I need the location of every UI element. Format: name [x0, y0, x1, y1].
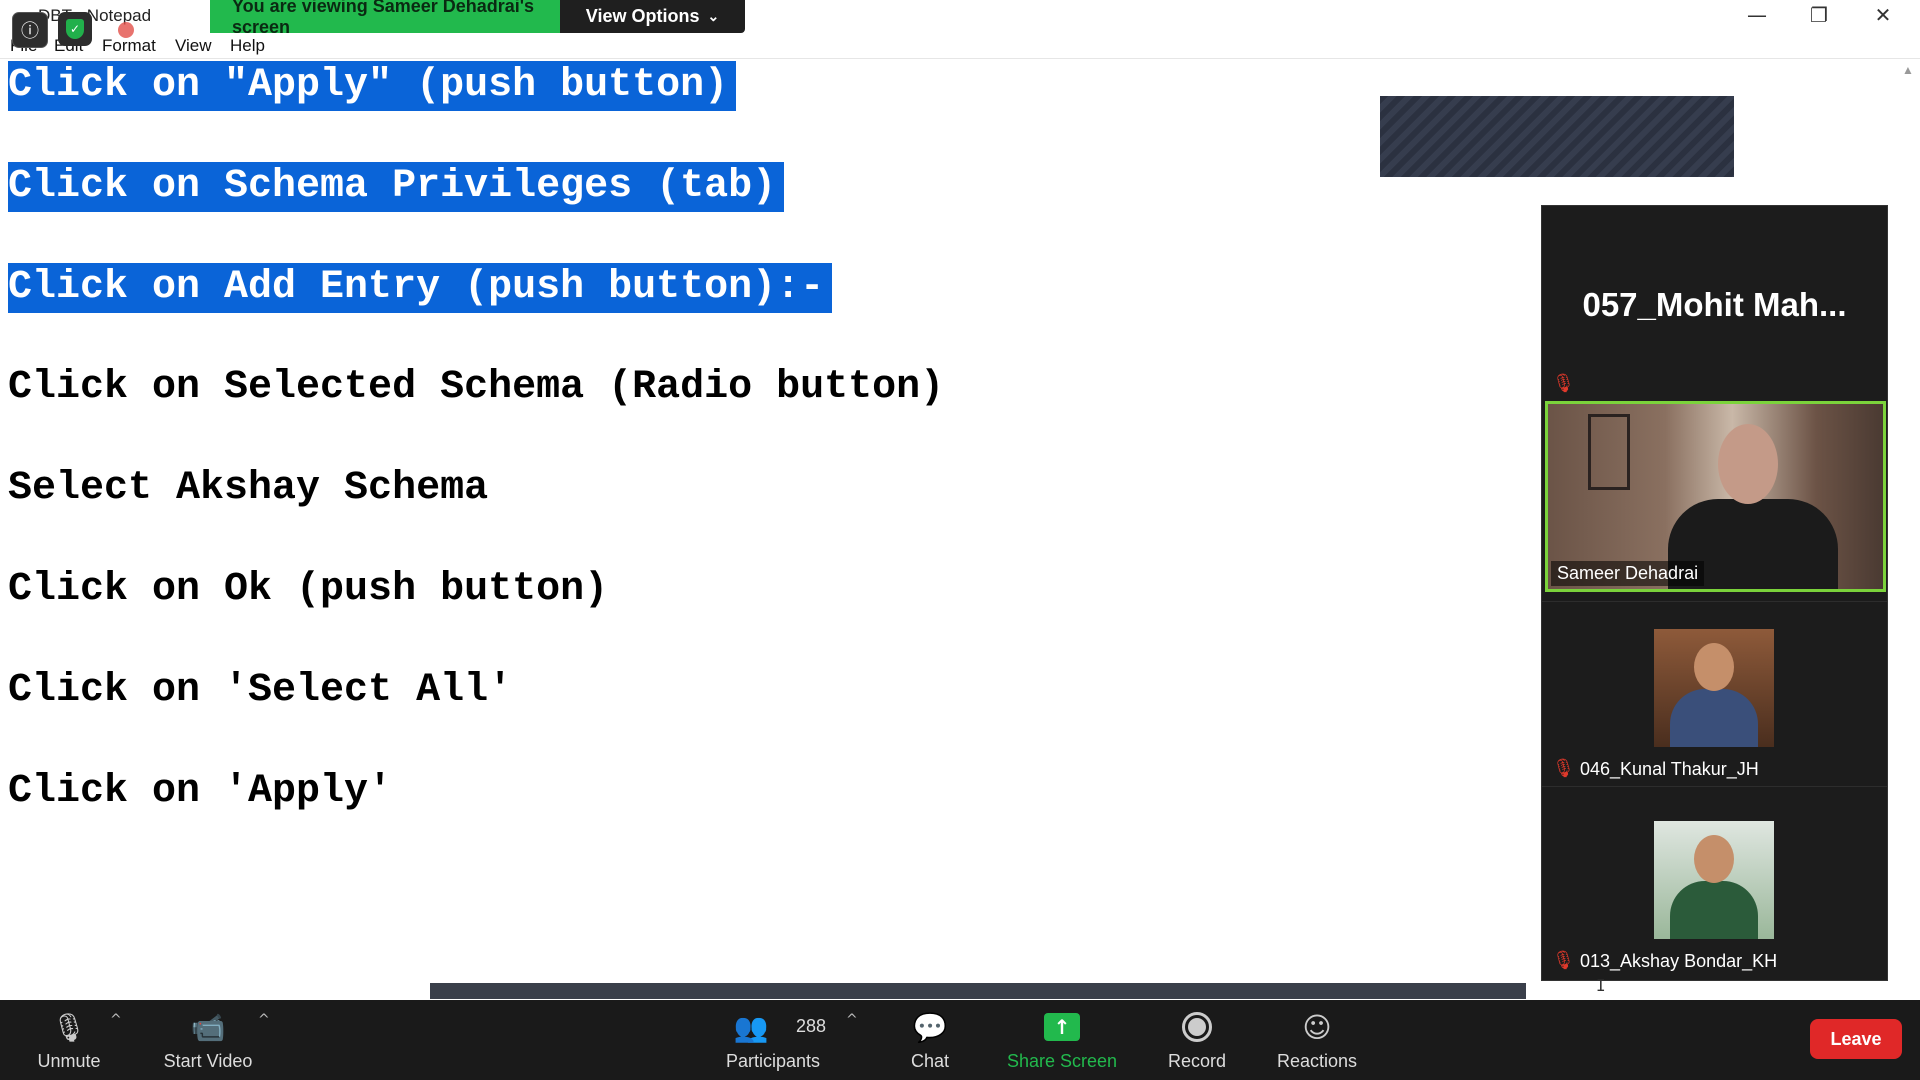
- meeting-info-icons: ⓘ ✓: [12, 12, 92, 48]
- editor-line[interactable]: Click on 'Apply': [8, 767, 400, 817]
- reactions-icon: ☺: [1302, 1010, 1332, 1044]
- unmute-button[interactable]: 🎙 Unmute: [30, 1000, 108, 1080]
- video-tile-sameer[interactable]: Sameer Dehadrai: [1545, 401, 1886, 592]
- record-label: Record: [1167, 1051, 1227, 1071]
- avatar-body: [1670, 881, 1758, 939]
- video-off-icon: 📹: [190, 1010, 226, 1044]
- menu-view[interactable]: View: [175, 36, 212, 56]
- participant-name: 013_Akshay Bondar_KH: [1580, 951, 1778, 971]
- audio-options-caret-icon[interactable]: ^: [110, 1012, 122, 1028]
- active-speaker-name: 057_Mohit Mah...: [1582, 286, 1847, 323]
- view-options-label: View Options: [585, 6, 700, 26]
- participants-button[interactable]: 👥 Participants: [718, 1000, 828, 1080]
- participant-count: 288: [796, 1016, 827, 1036]
- editor-line[interactable]: Click on 'Select All': [8, 666, 520, 716]
- avatar-head: [1694, 835, 1734, 883]
- editor-line[interactable]: Click on "Apply" (push button): [8, 61, 737, 111]
- avatar-head: [1694, 643, 1734, 691]
- meeting-toolbar: 🎙 Unmute ^ 📹 Start Video ^ 👥 Participant…: [0, 1000, 1920, 1080]
- menu-bar: File Edit Format View Help: [0, 34, 1920, 59]
- video-options-caret-icon[interactable]: ^: [258, 1012, 270, 1028]
- start-video-label: Start Video: [163, 1051, 253, 1071]
- editor-line[interactable]: Click on Selected Schema (Radio button): [8, 363, 952, 413]
- wall-frame: [1588, 414, 1630, 490]
- info-icon[interactable]: ⓘ: [12, 12, 48, 48]
- record-icon: [1177, 1009, 1217, 1045]
- screen-share-overlay: [1380, 96, 1734, 177]
- vertical-scrollbar[interactable]: ▲: [1896, 59, 1920, 994]
- participants-icon: 👥: [733, 1010, 769, 1044]
- editor-line[interactable]: Click on Ok (push button): [8, 565, 616, 615]
- share-screen-icon: ↑: [1042, 1009, 1082, 1045]
- restore-button[interactable]: ❐: [1788, 0, 1850, 30]
- scroll-up-icon[interactable]: ▲: [1902, 63, 1914, 77]
- minimize-button[interactable]: —: [1726, 0, 1788, 30]
- chevron-down-icon: ⌄: [707, 8, 720, 24]
- start-video-button[interactable]: 📹 Start Video: [158, 1000, 258, 1080]
- participants-video-panel: 057_Mohit Mah... 🎙 Sameer Dehadrai 🎙 046…: [1541, 205, 1888, 981]
- chat-icon: 💬: [912, 1010, 948, 1044]
- divider: [1542, 601, 1887, 602]
- avatar-kunal: [1654, 629, 1774, 747]
- avatar-akshay: [1654, 821, 1774, 939]
- share-banner: You are viewing Sameer Dehadrai's screen…: [210, 0, 745, 37]
- avatar-body: [1670, 689, 1758, 747]
- reactions-button[interactable]: ☺ Reactions: [1272, 1000, 1362, 1080]
- menu-format[interactable]: Format: [102, 36, 156, 56]
- mic-muted-icon: 🎙: [1552, 373, 1575, 394]
- video-tile-label: Sameer Dehadrai: [1551, 561, 1705, 586]
- chat-label: Chat: [910, 1051, 950, 1071]
- horizontal-scrollbar[interactable]: [430, 983, 1526, 999]
- share-screen-label: Share Screen: [1006, 1051, 1118, 1071]
- share-screen-button[interactable]: ↑ Share Screen: [1006, 1000, 1118, 1080]
- divider: [1542, 786, 1887, 787]
- editor-line[interactable]: Select Akshay Schema: [8, 464, 496, 514]
- participants-label: Participants: [725, 1051, 821, 1071]
- mic-muted-icon: 🎙: [1552, 758, 1575, 779]
- mic-muted-icon: 🎙: [51, 1010, 87, 1044]
- participant-name: 046_Kunal Thakur_JH: [1580, 759, 1759, 779]
- editor-line[interactable]: Click on Schema Privileges (tab): [8, 162, 785, 212]
- chat-button[interactable]: 💬 Chat: [900, 1000, 960, 1080]
- participants-caret-icon[interactable]: ^: [846, 1012, 858, 1028]
- recording-indicator-icon: [118, 22, 134, 38]
- viewing-screen-label: You are viewing Sameer Dehadrai's screen: [210, 0, 560, 37]
- unmute-label: Unmute: [37, 1051, 101, 1071]
- record-button[interactable]: Record: [1160, 1000, 1234, 1080]
- view-options-button[interactable]: View Options ⌄: [560, 0, 745, 33]
- mic-muted-icon: 🎙: [1552, 950, 1575, 971]
- leave-button[interactable]: Leave: [1810, 1019, 1902, 1059]
- editor-line[interactable]: Click on Add Entry (push button):-: [8, 263, 833, 313]
- reactions-label: Reactions: [1276, 1051, 1358, 1071]
- security-shield-icon[interactable]: ✓: [58, 12, 92, 46]
- person-head: [1718, 424, 1778, 504]
- close-button[interactable]: ✕: [1852, 0, 1914, 30]
- text-cursor-icon: I: [1596, 976, 1606, 995]
- menu-help[interactable]: Help: [230, 36, 265, 56]
